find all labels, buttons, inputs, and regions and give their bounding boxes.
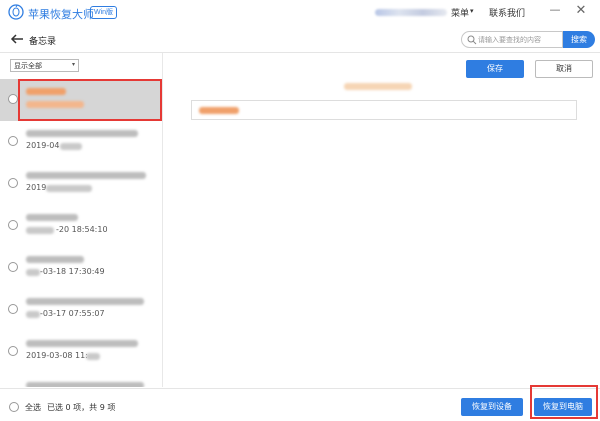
- selection-count: 已选 0 项，共 9 项: [47, 403, 116, 412]
- footer-divider: [0, 388, 600, 389]
- restore-to-device-button[interactable]: 恢复到设备: [461, 398, 523, 416]
- search-button[interactable]: 搜索: [563, 31, 595, 48]
- list-item[interactable]: [0, 373, 162, 387]
- note-date-blurred: [46, 185, 92, 192]
- note-title-blurred: [26, 340, 138, 347]
- item-checkbox[interactable]: [8, 178, 18, 188]
- filter-dropdown[interactable]: 显示全部 ▾: [10, 59, 79, 72]
- item-checkbox[interactable]: [8, 94, 18, 104]
- note-title-blurred: [26, 172, 146, 179]
- note-header-blurred: [344, 83, 412, 90]
- list-item[interactable]: 2019-04: [0, 121, 162, 163]
- item-checkbox[interactable]: [8, 136, 18, 146]
- list-item[interactable]: -03-18 17:30:49: [0, 247, 162, 289]
- edition-badge: Win版: [90, 6, 118, 19]
- note-date: -03-18 17:30:49: [40, 267, 105, 276]
- restore-pc-highlight: [530, 385, 598, 419]
- item-checkbox[interactable]: [8, 220, 18, 230]
- note-date-blurred: [60, 143, 82, 150]
- filter-value: 显示全部: [14, 62, 42, 70]
- list-item[interactable]: -03-17 07:55:07: [0, 289, 162, 331]
- title-bar: 苹果恢复大师 Win版 菜单 ▾ 联系我们 — ✕: [0, 0, 600, 25]
- note-date-blurred: [26, 269, 40, 276]
- note-date: -03-17 07:55:07: [40, 309, 105, 318]
- select-all-checkbox[interactable]: [9, 402, 19, 412]
- note-title-blurred: [26, 298, 144, 305]
- save-button[interactable]: 保存: [466, 60, 524, 78]
- app-logo-icon: [8, 4, 24, 20]
- item-checkbox[interactable]: [8, 346, 18, 356]
- note-title-blurred: [26, 130, 138, 137]
- search-box: [461, 31, 563, 48]
- note-date-blurred: [26, 311, 40, 318]
- menu-button[interactable]: 菜单: [451, 6, 469, 19]
- minimize-icon[interactable]: —: [548, 3, 562, 17]
- contact-us-link[interactable]: 联系我们: [489, 6, 525, 19]
- search-icon: [467, 35, 477, 45]
- note-date: -20 18:54:10: [56, 225, 108, 234]
- app-title: 苹果恢复大师: [28, 8, 94, 21]
- chevron-down-icon: ▾: [71, 61, 75, 68]
- note-date-blurred: [26, 227, 54, 234]
- note-title-blurred: [26, 214, 78, 221]
- page-title: 备忘录: [29, 37, 57, 47]
- list-item[interactable]: 2019: [0, 163, 162, 205]
- note-date: 2019-04: [26, 141, 60, 150]
- search-input[interactable]: [478, 34, 562, 46]
- note-date-blurred: [86, 353, 100, 360]
- close-icon[interactable]: ✕: [574, 3, 588, 19]
- note-content-field[interactable]: [191, 100, 577, 120]
- note-content-blurred: [199, 107, 239, 114]
- note-title-blurred: [26, 256, 84, 263]
- selected-item-highlight: [18, 79, 162, 121]
- select-all-label[interactable]: 全选: [25, 402, 41, 413]
- chevron-down-icon[interactable]: ▾: [470, 7, 474, 15]
- cancel-button[interactable]: 取消: [535, 60, 593, 78]
- note-title-blurred: [26, 382, 144, 387]
- item-checkbox[interactable]: [8, 262, 18, 272]
- item-checkbox[interactable]: [8, 304, 18, 314]
- note-date: 2019: [26, 183, 47, 192]
- note-date: 2019-03-08 11:: [26, 351, 88, 360]
- user-account-blurred[interactable]: [375, 9, 447, 16]
- list-item[interactable]: 2019-03-08 11:: [0, 331, 162, 373]
- arrow-left-icon[interactable]: [10, 32, 24, 46]
- list-item[interactable]: -20 18:54:10: [0, 205, 162, 247]
